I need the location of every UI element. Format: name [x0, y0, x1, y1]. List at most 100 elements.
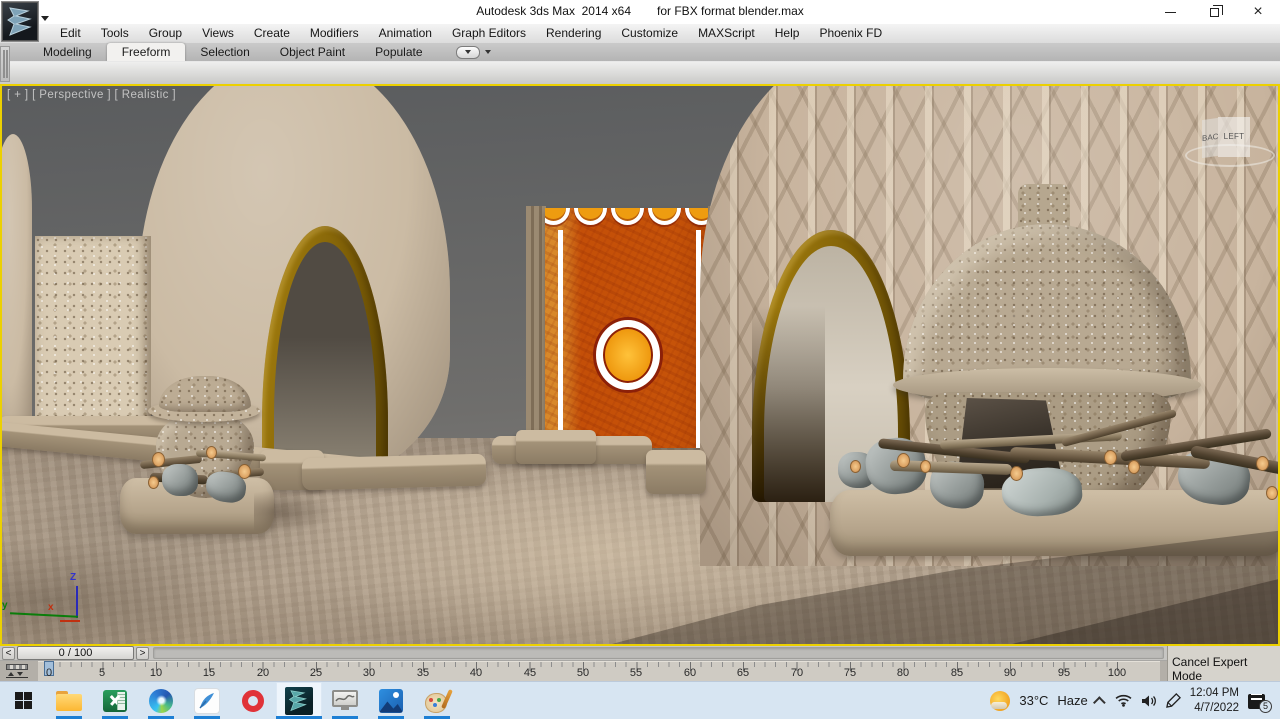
- scene-low-wall: [302, 454, 487, 491]
- scene-log-end: [148, 476, 159, 489]
- minimize-button[interactable]: [1148, 0, 1192, 24]
- app-menu-button[interactable]: [1, 1, 39, 42]
- scene-log-end: [920, 460, 931, 473]
- tick-label: 40: [470, 667, 482, 679]
- app-title: Autodesk 3ds Max 2014 x64: [476, 4, 631, 18]
- show-hidden-icons-chevron[interactable]: [1093, 696, 1106, 709]
- taskbar-app-3ds-max[interactable]: [276, 682, 322, 719]
- menu-maxscript[interactable]: MAXScript: [688, 24, 765, 43]
- time-slider-handle[interactable]: 0 / 100: [17, 646, 134, 660]
- scene-low-wall: [516, 430, 596, 464]
- tick-label: 50: [577, 667, 589, 679]
- menu-modifiers[interactable]: Modifiers: [300, 24, 369, 43]
- tick-label: 65: [737, 667, 749, 679]
- clock-time: 12:04 PM: [1190, 686, 1239, 700]
- maximize-button[interactable]: [1192, 0, 1236, 24]
- taskbar-app-photos[interactable]: [368, 682, 414, 719]
- edge-browser-icon: [149, 689, 173, 713]
- menu-animation[interactable]: Animation: [369, 24, 442, 43]
- taskbar-app-paint-3d[interactable]: [414, 682, 460, 719]
- tick-label: 85: [951, 667, 963, 679]
- perspective-viewport[interactable]: [ + ] [ Perspective ] [ Realistic ] BACK…: [0, 84, 1280, 646]
- tick-label: 95: [1058, 667, 1070, 679]
- pen-icon[interactable]: [1166, 693, 1181, 708]
- excel-icon: [103, 690, 127, 712]
- taskbar-app-excel[interactable]: [92, 682, 138, 719]
- scene-stone-block: [35, 236, 151, 442]
- ribbon-tab-selection[interactable]: Selection: [185, 43, 264, 61]
- mini-curve-editor-icon[interactable]: [6, 664, 29, 678]
- scene-low-wall: [646, 450, 706, 494]
- scene-log-end: [897, 453, 910, 468]
- tick-label: 0: [46, 667, 52, 679]
- scene-hut-left-edge: [2, 134, 32, 434]
- ribbon-tab-freeform[interactable]: Freeform: [107, 43, 186, 61]
- wifi-icon[interactable]: [1115, 694, 1132, 707]
- weather-condition[interactable]: Haze: [1057, 693, 1087, 708]
- menu-views[interactable]: Views: [192, 24, 244, 43]
- system-tray: 33°C Haze 12:04 PM 4/7/2022 5: [990, 682, 1280, 719]
- menu-help[interactable]: Help: [765, 24, 810, 43]
- chevron-down-icon: [465, 50, 471, 54]
- paint-palette-icon: [425, 689, 450, 713]
- notification-count-badge: 5: [1259, 700, 1272, 713]
- tick-label: 75: [844, 667, 856, 679]
- menu-phoenix-fd[interactable]: Phoenix FD: [809, 24, 892, 43]
- photos-app-icon: [379, 689, 403, 713]
- weather-temperature[interactable]: 33°C: [1019, 693, 1048, 708]
- next-frame-button[interactable]: >: [136, 647, 149, 660]
- opera-browser-icon: [242, 690, 264, 712]
- scene-wood-post-left: [526, 206, 546, 448]
- file-explorer-icon: [56, 691, 82, 711]
- tick-label: 15: [203, 667, 215, 679]
- taskbar-app-file-explorer[interactable]: [46, 682, 92, 719]
- viewcube-face-back[interactable]: BACK: [1202, 118, 1218, 158]
- viewcube-face-left[interactable]: LEFT: [1218, 117, 1250, 157]
- tick-label: 45: [524, 667, 536, 679]
- scene-door-scallops: [545, 208, 710, 232]
- menu-tools[interactable]: Tools: [91, 24, 139, 43]
- speaker-icon[interactable]: [1141, 694, 1157, 708]
- viewport-label[interactable]: [ + ] [ Perspective ] [ Realistic ]: [7, 89, 176, 101]
- menu-customize[interactable]: Customize: [611, 24, 688, 43]
- taskbar-app-opera[interactable]: [230, 682, 276, 719]
- menu-create[interactable]: Create: [244, 24, 300, 43]
- scene-log-end: [1256, 456, 1269, 471]
- ribbon-tab-object-paint[interactable]: Object Paint: [265, 43, 360, 61]
- tick-label: 10: [150, 667, 162, 679]
- axis-x-label: x: [48, 602, 54, 613]
- menu-rendering[interactable]: Rendering: [536, 24, 611, 43]
- menu-graph-editors[interactable]: Graph Editors: [442, 24, 536, 43]
- file-title: for FBX format blender.max: [657, 4, 804, 18]
- start-button[interactable]: [0, 682, 46, 719]
- ribbon-tab-modeling[interactable]: Modeling: [28, 43, 107, 61]
- ribbon-drag-handle[interactable]: [0, 46, 10, 82]
- viewcube[interactable]: BACK LEFT: [1202, 116, 1260, 162]
- time-slider-track[interactable]: [153, 647, 1164, 659]
- notification-center-button[interactable]: 5: [1248, 691, 1272, 711]
- scene-orange-door: [545, 208, 710, 448]
- previous-frame-button[interactable]: <: [2, 647, 15, 660]
- app-menu-dropdown-icon[interactable]: [41, 16, 49, 21]
- taskbar-app-quill-notes[interactable]: [184, 682, 230, 719]
- ribbon-options-dropdown-icon[interactable]: [485, 50, 491, 54]
- title-bar: Autodesk 3ds Max 2014 x64 for FBX format …: [0, 0, 1280, 24]
- menu-group[interactable]: Group: [139, 24, 192, 43]
- scene-log-end: [238, 464, 251, 479]
- ribbon-tab-bar: Modeling Freeform Selection Object Paint…: [0, 43, 1280, 61]
- taskbar-clock[interactable]: 12:04 PM 4/7/2022: [1190, 686, 1239, 715]
- taskbar-app-edge[interactable]: [138, 682, 184, 719]
- taskbar-app-screen-capture[interactable]: [322, 682, 368, 719]
- menu-edit[interactable]: Edit: [50, 24, 91, 43]
- ribbon-minimize-button[interactable]: [456, 46, 480, 59]
- axis-z-label: Z: [70, 572, 76, 583]
- bottom-bar: < 0 / 100 > 0 5 10 15 20 25 30 3: [0, 646, 1280, 681]
- menu-bar: Edit Tools Group Views Create Modifiers …: [0, 24, 1280, 43]
- ribbon-tab-populate[interactable]: Populate: [360, 43, 437, 61]
- weather-icon[interactable]: [990, 691, 1010, 711]
- scene-log-end: [1128, 460, 1140, 474]
- close-button[interactable]: ×: [1236, 0, 1280, 24]
- tick-label: 80: [897, 667, 909, 679]
- scene-door-emblem: [596, 320, 660, 390]
- timeline-ruler[interactable]: 0 5 10 15 20 25 30 35 40 45 50 55 60 65 …: [38, 661, 1160, 681]
